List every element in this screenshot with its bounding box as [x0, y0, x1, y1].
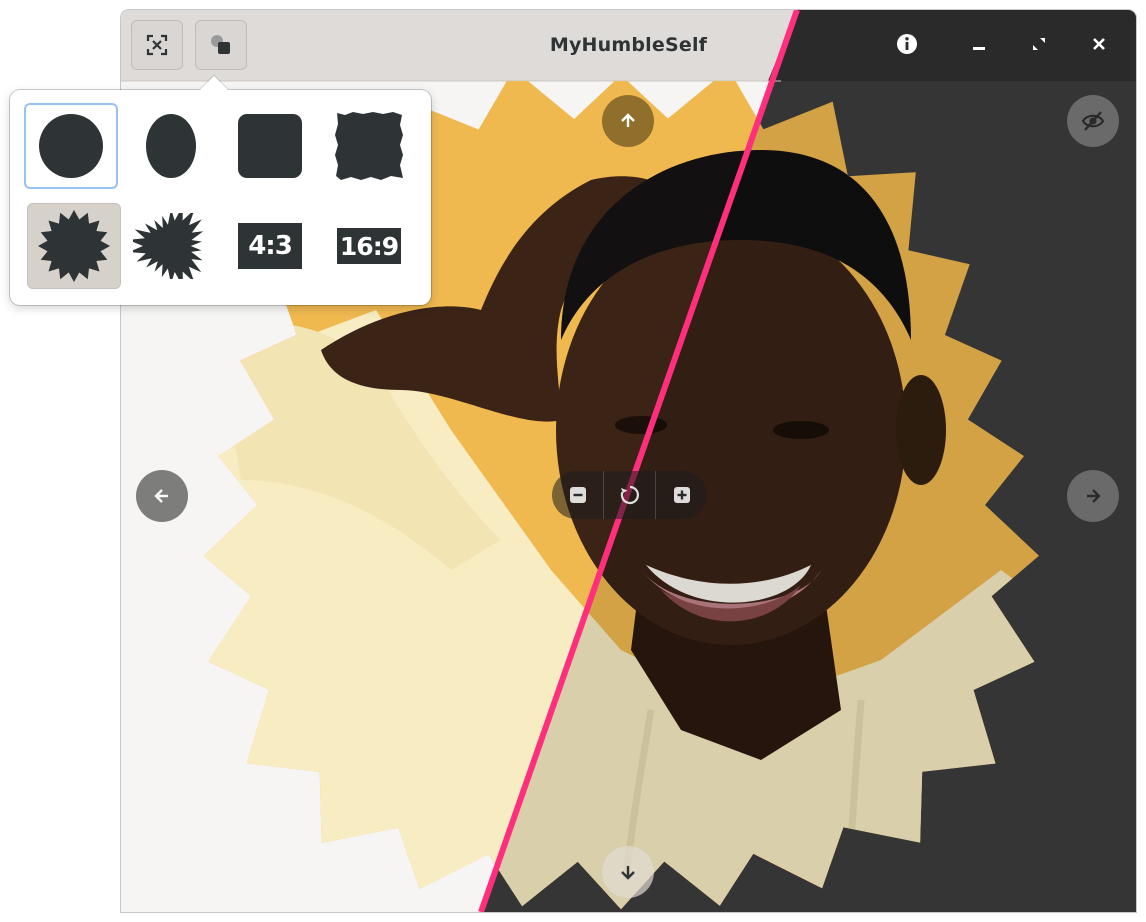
shape-splat[interactable] — [124, 203, 218, 289]
zoom-out-button[interactable] — [552, 471, 604, 519]
close-icon — [1093, 38, 1105, 50]
move-down-button[interactable] — [602, 846, 654, 898]
toggle-preview-button[interactable] — [1067, 95, 1119, 147]
arrow-down-icon — [621, 866, 635, 880]
zoom-in-button[interactable] — [656, 471, 707, 519]
face-detect-button[interactable] — [131, 20, 183, 70]
ratio-4-3-label: 4:3 — [238, 223, 302, 269]
shape-circle[interactable] — [24, 103, 118, 189]
ratio-16-9-label: 16:9 — [337, 228, 401, 264]
minimize-icon — [973, 47, 985, 50]
rounded-square-shape-icon — [238, 114, 302, 178]
move-right-button[interactable] — [1067, 470, 1119, 522]
headerbar: MyHumbleSelf — [121, 10, 1136, 81]
shape-rough-square[interactable] — [322, 103, 416, 189]
face-detect-icon — [146, 34, 168, 56]
zoom-controls — [552, 471, 707, 519]
starburst-shape-icon — [38, 210, 110, 282]
move-up-button[interactable] — [602, 95, 654, 147]
close-button[interactable] — [1081, 26, 1117, 62]
maximize-icon — [1033, 38, 1045, 50]
shapes-button[interactable] — [195, 20, 247, 70]
rough-square-shape-icon — [335, 112, 403, 180]
info-icon — [897, 34, 917, 54]
shape-ratio-16-9[interactable]: 16:9 — [322, 203, 416, 289]
zoom-out-icon — [569, 487, 586, 503]
shapes-icon — [211, 35, 230, 54]
shapes-popover: 4:3 16:9 — [10, 75, 431, 305]
shape-starburst[interactable] — [27, 203, 121, 289]
ellipse-shape-icon — [146, 114, 196, 178]
arrow-right-icon — [1087, 489, 1101, 503]
maximize-button[interactable] — [1021, 26, 1057, 62]
circle-shape-icon — [39, 114, 103, 178]
shape-ellipse[interactable] — [124, 103, 218, 189]
minimize-button[interactable] — [961, 26, 997, 62]
move-left-button[interactable] — [136, 470, 188, 522]
info-button[interactable] — [889, 26, 925, 62]
splat-shape-icon — [133, 213, 204, 279]
arrow-up-icon — [621, 113, 635, 127]
zoom-reset-button[interactable] — [604, 471, 656, 519]
shape-ratio-4-3[interactable]: 4:3 — [223, 203, 317, 289]
eye-hidden-icon — [1081, 111, 1105, 131]
arrow-left-icon — [154, 489, 168, 503]
shape-rounded-square[interactable] — [223, 103, 317, 189]
zoom-in-icon — [673, 487, 690, 503]
zoom-reset-icon — [620, 485, 639, 505]
